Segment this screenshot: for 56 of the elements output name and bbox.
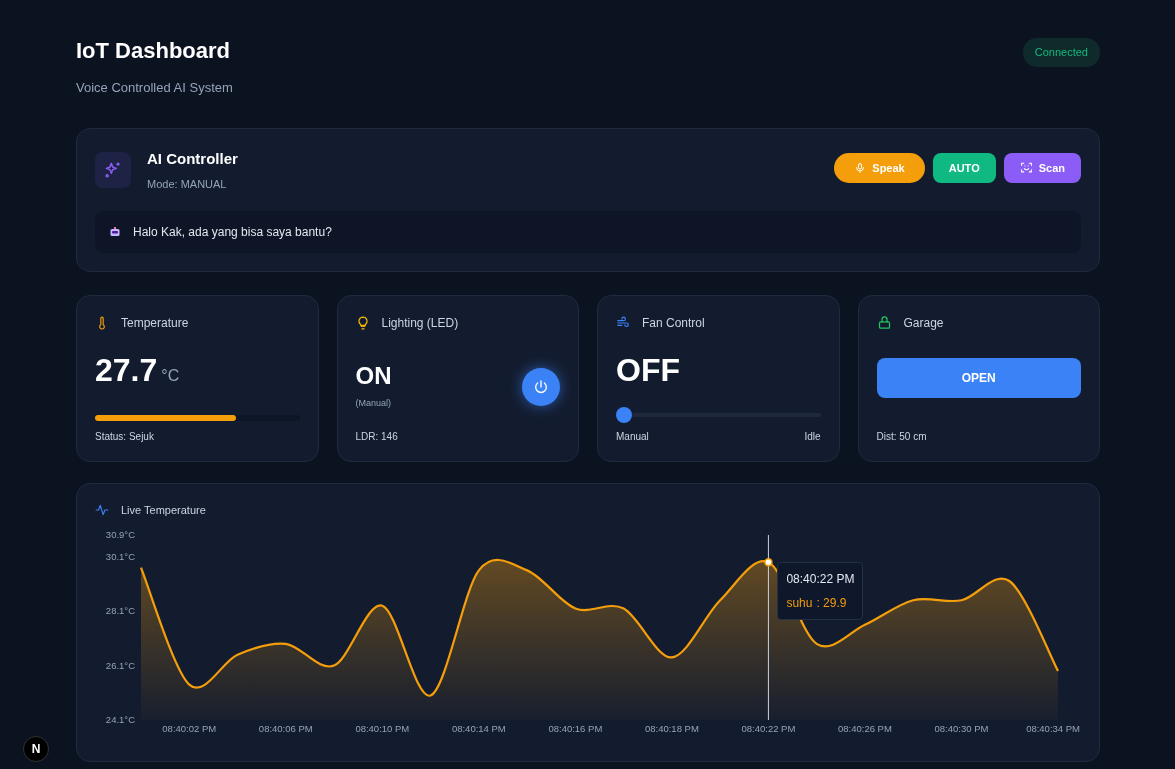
chart-title: Live Temperature [121, 502, 206, 518]
power-button[interactable] [522, 368, 560, 407]
card-title: Temperature [121, 314, 189, 332]
y-axis-label: 30.9°C [105, 529, 135, 541]
slider-thumb[interactable] [616, 406, 632, 423]
card-title: Garage [903, 314, 944, 332]
y-axis-label: 26.1°C [105, 660, 135, 671]
light-mode: (Manual) [355, 396, 392, 410]
card-footer-text: Dist: 50 cm [876, 429, 927, 444]
x-axis-label: 08:40:06 PM [258, 723, 313, 735]
sparkle-icon [95, 152, 131, 189]
controller-mode: Mode: MANUAL [147, 177, 228, 193]
page-title: IoT Dashboard [76, 38, 231, 65]
controller-title: AI Controller [147, 148, 238, 169]
lightbulb-icon [355, 315, 370, 330]
robot-icon [109, 225, 121, 238]
tooltip-time: 08:40:22 PM [786, 570, 855, 588]
x-axis-label: 08:40:30 PM [934, 723, 989, 735]
temperature-unit: °C [161, 365, 180, 386]
connection-status: Connected [1022, 38, 1100, 67]
x-axis-label: 08:40:26 PM [838, 723, 892, 735]
pulse-icon [95, 503, 109, 518]
scan-icon [1019, 161, 1033, 175]
fan-state: OFF [616, 353, 681, 386]
lock-icon [876, 315, 892, 331]
tooltip-value: : 29.9 [816, 594, 847, 612]
x-axis-label: 08:40:18 PM [644, 723, 699, 735]
wind-icon [616, 315, 630, 330]
card-footer-text: LDR: 146 [355, 429, 398, 444]
x-axis-label: 08:40:34 PM [1026, 723, 1080, 735]
auto-button[interactable]: AUTO [932, 152, 996, 183]
x-axis-label: 08:40:14 PM [451, 723, 506, 735]
dev-indicator[interactable]: N [23, 736, 49, 762]
card-footer-text: Status: Sejuk [95, 429, 154, 444]
card-title: Lighting (LED) [381, 314, 459, 332]
x-axis-label: 08:40:22 PM [741, 723, 796, 735]
light-state: ON [355, 363, 392, 388]
x-axis-label: 08:40:02 PM [162, 723, 217, 735]
series-name: suhu [786, 594, 813, 612]
x-axis-label: 08:40:10 PM [355, 723, 410, 735]
y-axis-label: 28.1°C [105, 605, 135, 617]
power-icon [533, 379, 549, 396]
x-axis-label: 08:40:16 PM [548, 723, 603, 735]
open-button[interactable]: OPEN [876, 357, 1081, 398]
y-axis-label: 30.1°C [105, 551, 135, 563]
data-point [764, 558, 773, 567]
speak-button[interactable]: Speak [834, 152, 925, 183]
temperature-value: 27.7 [95, 353, 158, 386]
card-title: Fan Control [642, 314, 705, 332]
page-subtitle: Voice Controlled AI System [76, 79, 233, 98]
assistant-message: Halo Kak, ada yang bisa saya bantu? [133, 223, 332, 241]
card-footer-text: Manual [616, 429, 649, 444]
y-axis-label: 24.1°C [105, 714, 135, 726]
scan-button[interactable]: Scan [1003, 152, 1081, 183]
microphone-icon [854, 161, 867, 174]
card-footer-text: Idle [804, 429, 821, 444]
